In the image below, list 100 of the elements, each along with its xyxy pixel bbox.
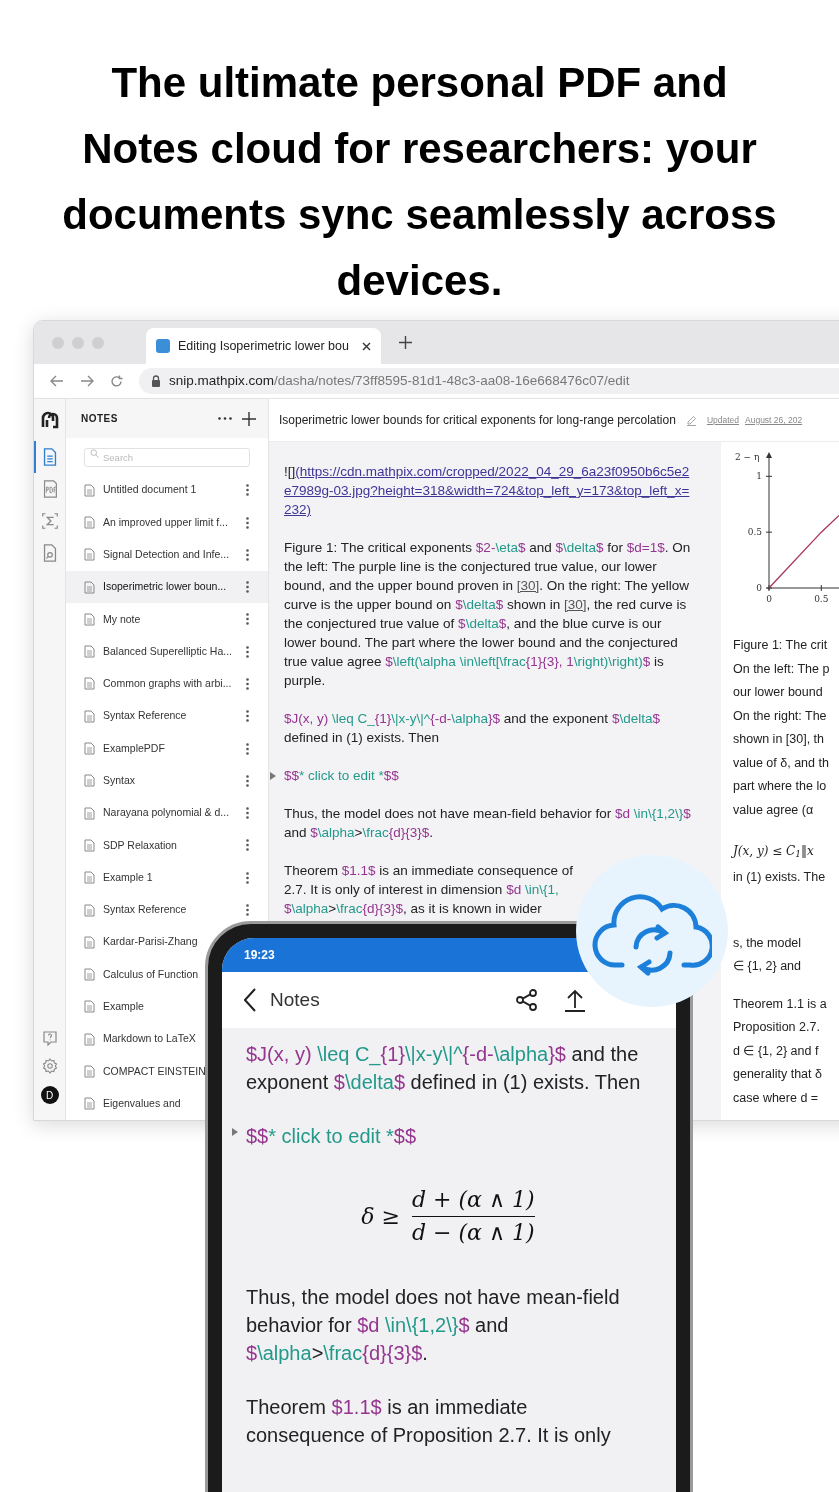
back-label[interactable]: Notes [270,985,320,1015]
user-avatar[interactable]: D [40,1086,59,1104]
note-title[interactable]: COMPACT EINSTEIN [103,1063,206,1080]
paragraph: Thus, the model does not have mean-field behavior for $d \in\{1,2\}$ and $\alpha>\frac{d}{3}$. [284,805,692,842]
note-title[interactable]: Markdown to LaTeX [103,1031,196,1048]
document-icon [84,838,95,852]
share-icon[interactable] [516,989,538,1011]
note-title[interactable]: Calculus of Function [103,966,199,983]
preview-text-line: Figure 1: The crit [733,637,828,654]
note-title[interactable]: SDP Relaxation [103,837,177,854]
note-title[interactable]: Syntax Reference [103,708,187,725]
preview-text-line: ∈ {1, 2} and [733,958,801,975]
document-icon [84,774,95,788]
paragraph: $J(x, y) \leq C_{1}\|x-y\|^{-d-\alpha}$ and the exponent $\delta$ defined in (1) exists. Then [284,710,661,747]
note-title[interactable]: ExamplePDF [103,740,165,757]
tick-label: 0 [766,594,772,604]
more-options-icon[interactable] [246,548,249,561]
reload-icon[interactable] [110,374,123,388]
updated-date: August 26, 202 [745,413,803,427]
paragraph: Figure 1: The critical exponents $2-\eta$ and $\delta$ for $d=1$. On the left: The purple line is the conjectured true value, our lower bound, and the upper bound proven in [30]. On the right: The yellow curve is the upper bound on $\delta$ shown in [30], the red curve is the conjectured true value of $\delta$, and the blue curve is our lower bound. The part where the lower bound and the conjectured true value agree $\left(\alpha \in\left[\frac{1}{3}, 1\right)\right)$ is purple. [284,539,692,690]
document-icon [84,612,95,626]
text-line: 2.7. It is only of interest in dimension $d \in\{1, [284,881,559,899]
more-options-icon[interactable] [246,774,249,787]
help-icon[interactable] [41,1030,58,1046]
headline: The ultimate personal PDF and [111,58,728,108]
paragraph: $J(x, y) \leq C_{1}\|x-y\|^{-d-\alpha}$ and the exponent $\delta$ defined in (1) exists. Then [246,1042,642,1095]
more-options-icon[interactable] [246,839,249,852]
expand-caret-icon[interactable] [232,1128,238,1136]
more-options-icon[interactable] [246,581,249,594]
more-options-icon[interactable] [246,645,249,658]
more-options-icon[interactable] [246,807,249,820]
note-title[interactable]: Untitled document 1 [103,482,197,499]
note-title[interactable]: Narayana polynomial & d... [103,805,230,822]
collapsed-math-block[interactable]: $$* click to edit *$$ [246,1122,650,1150]
sigma-icon[interactable] [39,510,60,532]
paragraph: Theorem $1.1$ is an immediate consequence of Proposition 2.7. It is only [246,1395,612,1448]
preview-text-line: On the left: The p [733,660,830,678]
note-title[interactable]: Eigenvalues and [103,1095,181,1112]
back-chevron-icon[interactable] [244,988,256,1012]
note-title[interactable]: Syntax [103,773,136,789]
document-icon [84,871,95,885]
preview-text-line: value of δ, and th [733,754,829,772]
updated-label: Updated [706,413,739,427]
document-icon [84,1000,95,1014]
url-text: snip.mathpix.com/dasha/notes/73ff8595-81d1-48c3-aa08-16e668476c07/edit [169,371,630,390]
more-options-icon[interactable] [246,871,249,884]
more-options-icon[interactable] [246,904,249,917]
more-options-icon[interactable] [246,742,249,755]
tick-label: 0.5 [747,527,762,538]
more-options-icon[interactable] [218,417,232,421]
headline: devices. [336,256,503,306]
note-title[interactable]: Signal Detection and Infe... [103,546,230,563]
note-title[interactable]: My note [103,611,141,628]
document-icon [84,903,95,917]
tick-label: 0 [756,583,762,593]
document-icon [84,1032,95,1046]
document-icon [84,645,95,659]
preview-text-line: part where the lo [733,778,827,795]
preview-text-line: d ∈ {1, 2} and f [733,1042,819,1060]
more-options-icon[interactable] [246,484,249,497]
more-options-icon[interactable] [246,516,249,529]
document-icon [84,548,95,562]
note-title[interactable]: An improved upper limit f... [103,514,228,531]
note-title[interactable]: Example [103,999,144,1015]
text-line: Theorem $1.1$ is an immediate consequence of [284,862,573,880]
settings-icon[interactable] [41,1058,58,1074]
note-title[interactable]: Example 1 [103,869,153,886]
browser-tab[interactable]: Editing Isoperimetric lower bou [146,328,381,364]
back-icon[interactable] [50,375,64,387]
preview-text-line: Theorem 1.1 is a [733,995,827,1013]
sidebar-title: NOTES [81,412,118,427]
document-icon [84,806,95,820]
forward-icon[interactable] [80,375,94,387]
collapsed-math-block[interactable]: $$* click to edit *$$ [284,766,695,785]
preview-text-line: shown in [30], th [733,731,825,748]
document-icon [84,709,95,723]
upload-icon[interactable] [564,988,586,1012]
more-options-icon[interactable] [246,678,249,690]
status-time: 19:23 [244,947,275,964]
preview-text-line: s, the model [733,934,802,952]
document-icon [84,483,95,497]
document-icon [84,677,95,691]
new-tab-icon[interactable] [399,336,412,349]
close-icon[interactable] [362,341,371,351]
note-title[interactable]: Common graphs with arbi... [103,676,232,692]
search-icon [90,449,99,459]
document-icon [84,742,95,756]
document-icon [84,968,95,982]
headline: documents sync seamlessly across [62,190,777,240]
note-title[interactable]: Balanced Superelliptic Ha... [103,643,232,660]
add-icon[interactable] [242,411,256,426]
more-options-icon[interactable] [246,710,249,723]
address-bar[interactable]: snip.mathpix.com/dasha/notes/73ff8595-81d1-48c3-aa08-16e668476c07/edit [139,368,839,394]
tick-label: 0.5 [814,594,829,604]
note-title[interactable]: Kardar-Parisi-Zhang [103,934,198,951]
preview-text-line: value agree (α [733,801,814,819]
document-icon [84,580,95,594]
more-options-icon[interactable] [246,613,249,626]
search-field[interactable]: Search [84,448,250,468]
note-title[interactable]: Syntax Reference [103,902,187,918]
